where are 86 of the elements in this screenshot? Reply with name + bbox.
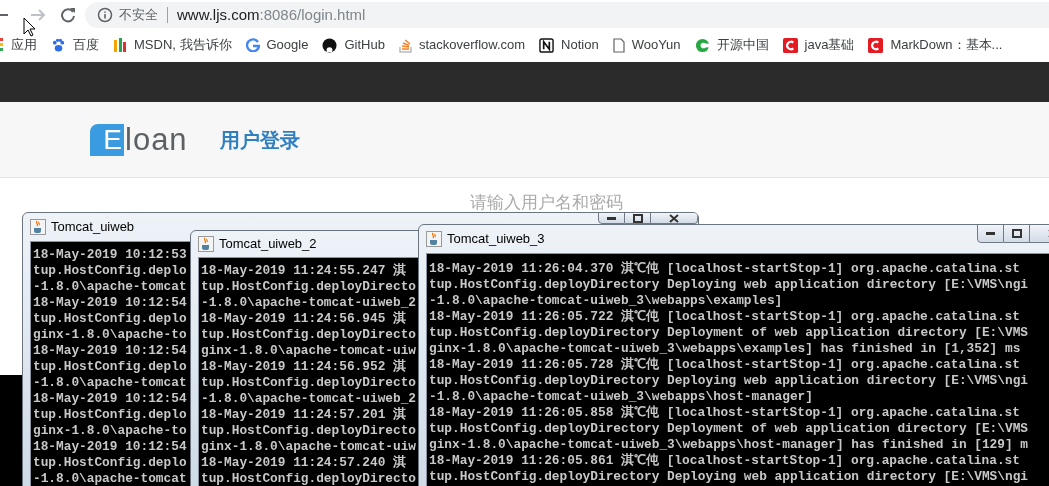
- stack-icon: [398, 37, 412, 53]
- console-line: 18-May-2019 11:26:05.728 淇℃伅 [localhost-startStop-1] org.apache.catalina.st: [429, 357, 1020, 373]
- java-cup-icon: [198, 236, 214, 252]
- bookmark-link[interactable]: MSDN, 我告诉你: [134, 35, 232, 55]
- console-line: 18-May-2019 10:12:54: [33, 295, 187, 311]
- console-line: tup.HostConfig.deployDirecto: [201, 279, 417, 295]
- bookmark-link[interactable]: 应用: [11, 35, 37, 55]
- paw-icon: [51, 37, 66, 53]
- console-line: 18-May-2019 11:24:57.240 淇: [201, 455, 406, 471]
- console-line: ginx-1.8.0\apache-tomcat-uiweb_3\webapps\examples] has finished in [1,352] ms: [429, 341, 1021, 357]
- console-line: 18-May-2019 11:26:04.370 淇℃伅 [localhost-startStop-1] org.apache.catalina.st: [429, 261, 1020, 277]
- maximize-icon: [1011, 229, 1022, 238]
- minimize-icon: [986, 232, 995, 235]
- console-line: tup.HostConfig.deployDirectory Deploying web application directory [E:\VMS\ngi: [429, 373, 1028, 389]
- console-line: tup.HostConfig.deployDirectory Deployment of web application directory [E:\VMS: [429, 421, 1028, 437]
- console-line: 18-May-2019 10:12:54: [33, 391, 187, 407]
- logo: E loan: [90, 123, 188, 156]
- address-bar[interactable]: 不安全 www.ljs.com:8086/login.html: [85, 2, 1049, 28]
- console-line: 18-May-2019 11:24:57.201 淇: [201, 407, 406, 423]
- java-cup-icon: [426, 231, 442, 247]
- bars-icon: [113, 37, 127, 53]
- page-icon: [612, 37, 625, 53]
- console-line: ginx-1.8.0\apache-tomcat-uiweb_3\webapps\host-manager] has finished in [129] m: [429, 437, 1028, 453]
- console-line: tup.HostConfig.deployDirecto: [201, 423, 417, 439]
- console-line: ginx-1.8.0\apache-tomcat-uiw: [201, 343, 417, 359]
- hint-text: 请输入用户名和密码: [470, 192, 623, 214]
- console-line: ginx-1.8.0\apache-tomcat-uiw: [201, 439, 417, 455]
- java-cup-icon: [30, 219, 46, 235]
- c-icon: [782, 37, 798, 53]
- bookmark-link[interactable]: Google: [266, 35, 309, 55]
- reload-icon[interactable]: [60, 7, 76, 23]
- bookmark-link[interactable]: WooYun: [631, 35, 681, 55]
- console-line: 18-May-2019 11:24:55.247 淇: [201, 263, 406, 279]
- window-title: Tomcat_uiweb_2: [219, 235, 317, 254]
- bookmark-link[interactable]: stackoverflow.com: [418, 35, 526, 55]
- minimize-button[interactable]: [977, 225, 1004, 243]
- console-line: -1.8.0\apache-tomcat-uiweb_3\webapps\examples]: [429, 293, 783, 309]
- console-line: -1.8.0\apache-tomcat-uiweb_2: [201, 391, 417, 407]
- console-line: tup.HostConfig.deplo: [33, 455, 187, 471]
- console-line: -1.8.0\apache-tomcat-uiweb_2: [201, 295, 417, 311]
- bookmark-link[interactable]: MarkDown：基本...: [890, 35, 1003, 55]
- console-line: tup.HostConfig.deployDirectory Deploying web application directory [E:\VMS\ngi: [429, 469, 1028, 485]
- minimize-icon: [607, 216, 616, 220]
- console-line: ginx-1.8.0\apache-to: [33, 423, 187, 439]
- console-line: tup.HostConfig.deployDirectory Deployment of web application directory [E:\VMS: [429, 325, 1028, 341]
- bookmark-link[interactable]: 百度: [73, 35, 99, 55]
- ring-icon: [694, 37, 710, 53]
- close-icon: [669, 213, 679, 223]
- console-line: ginx-1.8.0\apache-to: [33, 327, 187, 343]
- console-line: -1.8.0\apache-tomcat: [33, 471, 187, 486]
- console-line: -1.8.0\apache-tomcat: [33, 375, 187, 391]
- console-line: tup.HostConfig.deplo: [33, 407, 187, 423]
- console-line: 18-May-2019 11:26:05.861 淇℃伅 [localhost-startStop-1] org.apache.catalina.st: [429, 453, 1020, 469]
- console-line: 18-May-2019 10:12:54: [33, 439, 187, 455]
- console-line: tup.HostConfig.deployDirecto: [201, 471, 417, 486]
- url-text[interactable]: www.ljs.com:8086/login.html: [177, 3, 366, 27]
- console-line: tup.HostConfig.deployDirectory Deploying web application directory [E:\VMS\ngi: [429, 277, 1028, 293]
- apps-icon: [0, 38, 4, 52]
- console-line: 18-May-2019 10:12:54: [33, 343, 187, 359]
- maximize-button[interactable]: [1004, 225, 1030, 243]
- bookmark-link[interactable]: GitHub: [344, 35, 385, 55]
- console-line: -1.8.0\apache-tomcat: [33, 279, 187, 295]
- console-line: -1.8.0\apache-tomcat-uiweb_3\webapps\host-manager]: [429, 389, 813, 405]
- window-title: Tomcat_uiweb: [51, 218, 135, 237]
- c-icon: [868, 37, 884, 53]
- bookmark-link[interactable]: Notion: [561, 35, 599, 55]
- window-title: Tomcat_uiweb_3: [447, 230, 545, 249]
- bookmark-link[interactable]: java基础: [804, 35, 855, 55]
- console-line: tup.HostConfig.deployDirecto: [201, 327, 417, 343]
- console-line: tup.HostConfig.deployDirecto: [201, 375, 417, 391]
- console-line: 18-May-2019 11:26:05.722 淇℃伅 [localhost-startStop-1] org.apache.catalina.st: [429, 309, 1020, 325]
- cube-icon: [539, 37, 555, 53]
- page-title: 用户登录: [219, 127, 300, 153]
- console-line: tup.HostConfig.deplo: [33, 263, 187, 279]
- security-label: 不安全: [119, 6, 158, 25]
- close-button[interactable]: [651, 213, 698, 224]
- console-line: tup.HostConfig.deplo: [33, 359, 187, 375]
- console-line: 18-May-2019 11:24:56.952 淇: [201, 359, 406, 375]
- info-icon: [97, 7, 113, 23]
- google-icon: [245, 38, 260, 52]
- console-line: tup.HostConfig.deplo: [33, 311, 187, 327]
- console-line: 18-May-2019 11:26:05.858 淇℃伅 [localhost-startStop-1] org.apache.catalina.st: [429, 405, 1020, 421]
- maximize-icon: [632, 213, 643, 223]
- console-line: 18-May-2019 11:24:56.945 淇: [201, 311, 406, 327]
- console-line: 18-May-2019 10:12:53: [33, 247, 187, 263]
- bookmark-link[interactable]: 开源中国: [716, 35, 769, 55]
